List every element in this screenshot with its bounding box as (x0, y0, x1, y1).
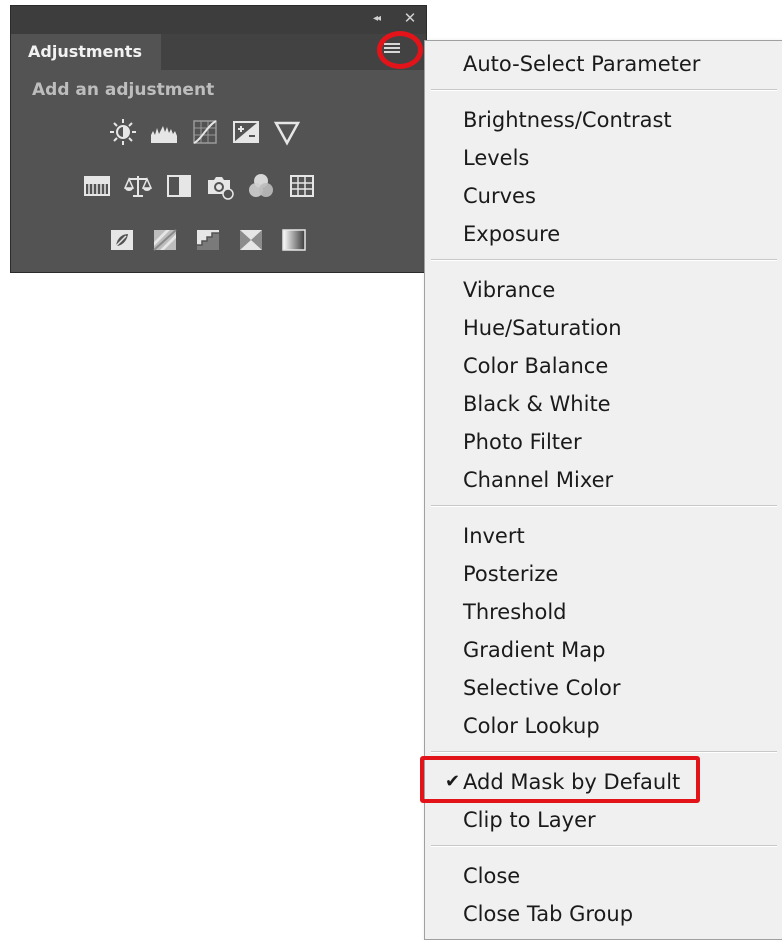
adjustment-icons-row-2 (83, 172, 316, 200)
menu-separator (431, 845, 777, 847)
panel-menu-button[interactable] (372, 32, 412, 68)
panel-title-bar[interactable]: ◂◂ ✕ (11, 6, 426, 34)
menu-separator (431, 259, 777, 261)
curves-icon[interactable] (191, 118, 219, 146)
channel-mixer-icon[interactable] (247, 172, 275, 200)
exposure-icon[interactable] (232, 118, 260, 146)
tab-adjustments[interactable]: Adjustments (11, 34, 161, 70)
menu-item-invert[interactable]: Invert (463, 520, 525, 552)
selective-color-icon[interactable] (237, 226, 265, 254)
checkmark-icon: ✔ (445, 771, 461, 792)
menu-item-channel-mixer[interactable]: Channel Mixer (463, 464, 613, 496)
threshold-icon[interactable] (194, 226, 222, 254)
menu-item-curves[interactable]: Curves (463, 180, 536, 212)
close-panel-icon[interactable]: ✕ (402, 10, 418, 26)
vibrance-icon[interactable] (273, 118, 301, 146)
gradient-map-icon[interactable] (280, 226, 308, 254)
menu-separator (431, 89, 777, 91)
menu-item-hue-saturation[interactable]: Hue/Saturation (463, 312, 622, 344)
color-lookup-icon[interactable] (288, 172, 316, 200)
black-white-icon[interactable] (165, 172, 193, 200)
adjustment-icons-row-3 (108, 226, 308, 254)
posterize-icon[interactable] (151, 226, 179, 254)
menu-item-vibrance[interactable]: Vibrance (463, 274, 555, 306)
menu-item-threshold[interactable]: Threshold (463, 596, 567, 628)
menu-item-color-lookup[interactable]: Color Lookup (463, 710, 600, 742)
photo-filter-icon[interactable] (206, 172, 234, 200)
color-balance-icon[interactable] (124, 172, 152, 200)
brightness-contrast-icon[interactable] (109, 118, 137, 146)
menu-item-gradient-map[interactable]: Gradient Map (463, 634, 605, 666)
levels-icon[interactable] (150, 118, 178, 146)
menu-item-clip-to-layer[interactable]: Clip to Layer (463, 804, 596, 836)
menu-item-selective-color[interactable]: Selective Color (463, 672, 620, 704)
panel-flyout-menu: Auto-Select Parameter Brightness/Contras… (424, 40, 782, 940)
menu-item-close-tab-group[interactable]: Close Tab Group (463, 898, 633, 930)
menu-item-brightness-contrast[interactable]: Brightness/Contrast (463, 104, 672, 136)
adjustments-panel: ◂◂ ✕ Adjustments Add an adjustment (10, 5, 427, 273)
panel-subtitle: Add an adjustment (32, 80, 215, 100)
hamburger-menu-icon (384, 43, 400, 55)
menu-item-auto-select-parameter[interactable]: Auto-Select Parameter (463, 48, 700, 80)
menu-item-exposure[interactable]: Exposure (463, 218, 560, 250)
invert-icon[interactable] (108, 226, 136, 254)
menu-item-label: Add Mask by Default (463, 770, 681, 794)
menu-item-levels[interactable]: Levels (463, 142, 529, 174)
adjustment-icons-row-1 (109, 118, 301, 146)
menu-item-posterize[interactable]: Posterize (463, 558, 558, 590)
menu-separator (431, 751, 777, 753)
menu-item-add-mask-by-default[interactable]: ✔ Add Mask by Default (435, 766, 735, 798)
menu-item-black-white[interactable]: Black & White (463, 388, 611, 420)
menu-separator (431, 505, 777, 507)
collapse-panel-icon[interactable]: ◂◂ (368, 12, 384, 26)
menu-item-close[interactable]: Close (463, 860, 520, 892)
hue-saturation-icon[interactable] (83, 172, 111, 200)
menu-item-color-balance[interactable]: Color Balance (463, 350, 608, 382)
menu-item-photo-filter[interactable]: Photo Filter (463, 426, 582, 458)
